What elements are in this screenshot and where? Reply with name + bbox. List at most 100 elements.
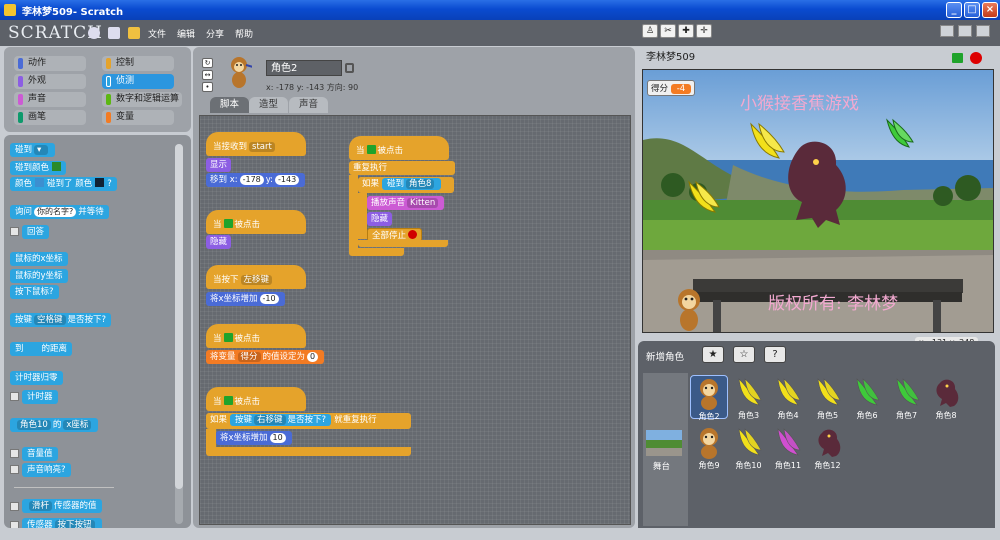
sensor-checkbox[interactable]	[10, 521, 19, 528]
menu-help[interactable]: 帮助	[235, 27, 253, 40]
palette-scroll-thumb[interactable]	[175, 144, 183, 489]
category-operators[interactable]: 数字和逻辑运算	[102, 92, 182, 107]
flip-left-right-icon[interactable]: ↔	[202, 70, 213, 80]
timer-checkbox[interactable]	[10, 392, 19, 401]
sprite-thumb-label: 角色2	[698, 412, 720, 421]
sprite-thumb-3[interactable]: 角色4	[769, 375, 807, 420]
block-goto-xy[interactable]: 移到 x: -178 y: -143	[206, 173, 306, 187]
block-distance[interactable]: 到 的距离	[10, 342, 73, 356]
shrink-tool-icon[interactable]: ✛	[696, 24, 712, 38]
presentation-mode-icon[interactable]	[976, 25, 990, 37]
menu-share[interactable]: 分享	[206, 27, 224, 40]
tab-costumes[interactable]: 造型	[249, 97, 289, 113]
answer-checkbox[interactable]	[10, 227, 19, 236]
block-loud[interactable]: 声音响亮?	[22, 463, 71, 477]
category-pen[interactable]: 画笔	[14, 110, 86, 125]
block-play-sound[interactable]: 播放声音 Kitten	[367, 196, 445, 210]
hat-when-key-pressed[interactable]: 当按下 左移键	[206, 265, 306, 289]
if-arm	[358, 193, 367, 239]
block-sensor-pressed[interactable]: 传感器 按下按钮	[22, 518, 102, 528]
green-flag-button[interactable]	[952, 53, 963, 63]
sprite-thumb-6[interactable]: 角色7	[888, 375, 926, 420]
choose-sprite-icon[interactable]: ☆	[733, 346, 755, 363]
tab-sounds[interactable]: 声音	[289, 97, 329, 113]
script-area[interactable]: 当接收到 start 显示 移到 x: -178 y: -143 当被点击 隐藏 当按下…	[199, 115, 631, 525]
menu-file[interactable]: 文件	[148, 27, 166, 40]
block-touching-color[interactable]: 碰到颜色	[10, 161, 67, 175]
hat-when-flag-clicked[interactable]: 当被点击	[349, 136, 449, 160]
scissors-tool-icon[interactable]: ✂	[660, 24, 676, 38]
sprite-thumb-9[interactable]: 角色10	[730, 425, 768, 470]
sprite-thumb-8[interactable]: 角色9	[690, 425, 728, 470]
block-if[interactable]: 如果 碰到 角色8	[358, 177, 454, 193]
monster-icon	[809, 427, 847, 459]
category-motion[interactable]: 动作	[14, 56, 86, 71]
category-looks[interactable]: 外观	[14, 74, 86, 89]
block-loudness[interactable]: 音量值	[22, 447, 58, 461]
hat-when-flag-clicked[interactable]: 当被点击	[206, 387, 306, 411]
stage[interactable]: 得分 -4 小猴接香蕉游戏 版权所有: 李林梦	[642, 69, 994, 333]
normal-stage-icon[interactable]	[958, 25, 972, 37]
block-hide[interactable]: 隐藏	[367, 212, 393, 226]
sprite-thumb-7[interactable]: 角色8	[927, 375, 965, 420]
slider-checkbox[interactable]	[10, 502, 19, 511]
block-answer[interactable]: 回答	[22, 225, 50, 239]
sprite-thumb-10[interactable]: 角色11	[769, 425, 807, 470]
grow-tool-icon[interactable]: ✚	[678, 24, 694, 38]
loudness-checkbox[interactable]	[10, 449, 19, 458]
block-timer-reset[interactable]: 计时器归零	[10, 371, 63, 385]
category-sensing[interactable]: 侦测	[102, 74, 174, 89]
block-show[interactable]: 显示	[206, 158, 232, 172]
block-forever[interactable]: 重复执行	[349, 161, 455, 175]
block-color-touching[interactable]: 颜色 碰到了 颜色?	[10, 177, 117, 191]
save-icon[interactable]	[108, 27, 120, 39]
minimize-button[interactable]: _	[946, 2, 962, 18]
share-icon[interactable]	[128, 27, 140, 39]
block-touching[interactable]: 碰到 ▾	[10, 143, 56, 157]
sprite-thumb-2[interactable]: 角色3	[730, 375, 768, 420]
random-sprite-icon[interactable]: ?	[764, 346, 786, 363]
window-titlebar: 李林梦509- Scratch _ □ ×	[0, 0, 1000, 20]
loud-checkbox[interactable]	[10, 465, 19, 474]
globe-icon[interactable]	[88, 27, 100, 39]
menu-edit[interactable]: 编辑	[177, 27, 195, 40]
block-ask[interactable]: 询问 你的名字? 并等待	[10, 205, 109, 219]
stamp-tool-icon[interactable]: ♙	[642, 24, 658, 38]
block-timer[interactable]: 计时器	[22, 390, 58, 404]
small-stage-icon[interactable]	[940, 25, 954, 37]
block-sensor-value[interactable]: 滑杆 传感器的值	[22, 499, 102, 513]
block-change-x[interactable]: 将x坐标增加 -10	[206, 292, 285, 306]
tab-scripts[interactable]: 脚本	[210, 97, 250, 113]
sprite-thumb-1[interactable]: 角色2	[690, 375, 728, 421]
hat-when-receive[interactable]: 当接收到 start	[206, 132, 306, 156]
block-set-variable[interactable]: 将变量 得分 的值设定为 0	[206, 350, 325, 364]
block-mouse-x[interactable]: 鼠标的x坐标	[10, 252, 68, 266]
block-key-pressed[interactable]: 按键 空格键 是否按下?	[10, 313, 112, 327]
sprite-thumb-5[interactable]: 角色6	[848, 375, 886, 420]
category-variables[interactable]: 变量	[102, 110, 174, 125]
stop-button[interactable]	[970, 52, 982, 64]
block-change-x[interactable]: 将x坐标增加 10	[216, 431, 292, 445]
palette-scrollbar[interactable]	[175, 144, 183, 524]
sprite-thumb-11[interactable]: 角色12	[809, 425, 847, 470]
paint-new-sprite-icon[interactable]: ★	[702, 346, 724, 363]
block-attribute-of[interactable]: 角色10 的 x座标	[10, 418, 99, 432]
no-rotate-icon[interactable]: •	[202, 82, 213, 92]
rotate-all-icon[interactable]: ↻	[202, 58, 213, 68]
lock-icon[interactable]	[345, 63, 354, 73]
maximize-button[interactable]: □	[964, 2, 980, 18]
stage-thumbnail[interactable]	[646, 430, 682, 456]
sprite-thumb-4[interactable]: 角色5	[809, 375, 847, 420]
block-mouse-y[interactable]: 鼠标的y坐标	[10, 269, 68, 283]
sprite-name-field[interactable]: 角色2	[266, 60, 342, 76]
block-if-repeat[interactable]: 如果 按键 右移键 是否按下? 就重复执行	[206, 413, 411, 429]
close-button[interactable]: ×	[982, 2, 998, 18]
category-sound[interactable]: 声音	[14, 92, 86, 107]
hat-when-flag-clicked[interactable]: 当被点击	[206, 324, 306, 348]
menubar: SCRATCH 文件 编辑 分享 帮助	[0, 20, 1000, 46]
block-mouse-down[interactable]: 按下鼠标?	[10, 285, 59, 299]
hat-when-flag-clicked[interactable]: 当被点击	[206, 210, 306, 234]
new-sprite-bar: 新增角色 ★ ☆ ?	[638, 341, 995, 369]
block-hide[interactable]: 隐藏	[206, 235, 232, 249]
category-control[interactable]: 控制	[102, 56, 174, 71]
